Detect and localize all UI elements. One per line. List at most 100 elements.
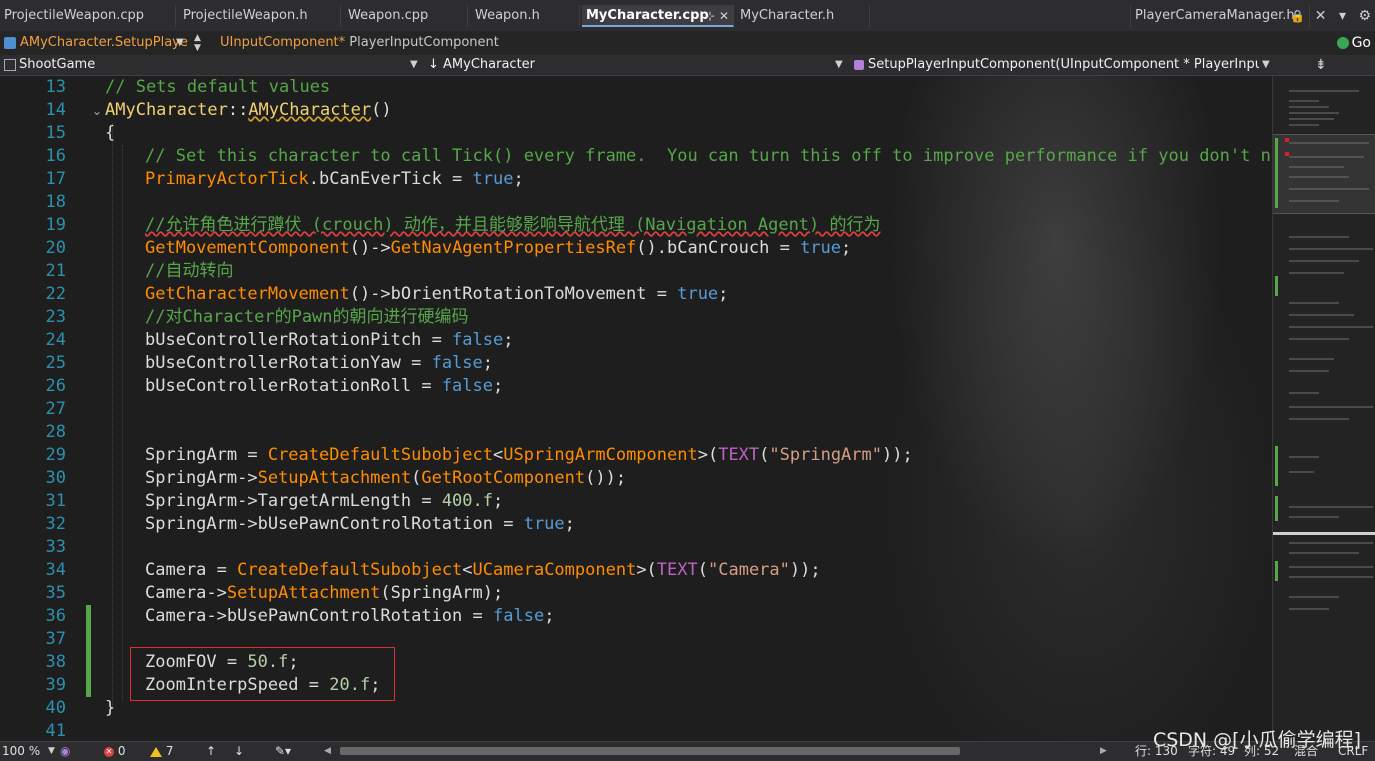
line-number: 25 [45,353,66,373]
line-number: 41 [45,721,66,741]
navigation-bar: AMyCharacter.SetupPlaye ▼ ▲ ▼ UInputCompo… [0,31,1375,56]
line-number: 17 [45,169,66,189]
minimap-viewport[interactable] [1273,134,1375,214]
project-dropdown[interactable]: ShootGame [4,55,419,75]
minimap-line [1289,106,1329,108]
arrow-up-icon[interactable]: ↑ [206,742,216,761]
chevron-down-icon[interactable]: ▾ [1339,8,1346,24]
warning-count[interactable]: 7 [150,742,173,761]
class-dropdown[interactable]: ↓ AMyCharacter [428,55,838,75]
scroll-left-icon[interactable]: ◀ [324,742,331,761]
minimap-line [1289,552,1359,554]
change-marker [1275,446,1278,486]
settings-icon[interactable]: ⚙ [1358,8,1371,24]
line-number: 35 [45,583,66,603]
code-line-15: { [105,123,116,143]
code-line-13: // Sets default values [105,77,331,97]
scope-label: AMyCharacter.SetupPlaye [20,35,188,50]
change-marker [1275,138,1278,208]
updown-arrows-icon[interactable]: ▲ ▼ [194,33,201,53]
go-button[interactable]: Go [1336,33,1371,53]
minimap-line [1289,542,1373,544]
tab-weapon-cpp[interactable]: Weapon.cpp [344,5,468,27]
minimap-line [1289,166,1344,168]
line-number: 27 [45,399,66,419]
minimap-line [1289,142,1369,144]
minimap-line [1289,188,1369,190]
chevron-down-icon[interactable]: ▼ [48,742,55,761]
line-number: 23 [45,307,66,327]
minimap-line [1289,156,1364,158]
cleanup-icon[interactable]: ✎▾ [275,742,291,761]
code-line-21: //自动转向 [145,261,234,281]
arrow-down-icon[interactable]: ↓ [234,742,244,761]
split-icon[interactable]: ⇟ [1315,57,1327,73]
tab-label: MyCharacter.cpp [586,8,709,23]
copilot-icon[interactable]: ◉ [60,742,70,761]
tab-mycharacter-h[interactable]: MyCharacter.h [736,5,870,27]
code-line-36: Camera->bUsePawnControlRotation = false; [145,606,555,626]
code-line-35: Camera->SetupAttachment(SpringArm); [145,583,504,603]
code-minimap[interactable] [1272,76,1375,741]
tab-label: Weapon.cpp [348,8,429,23]
code-line-16: // Set this character to call Tick() eve… [145,146,1272,166]
line-number: 26 [45,376,66,396]
minimap-line [1289,406,1373,408]
line-number: 30 [45,468,66,488]
minimap-line [1289,118,1334,120]
scroll-right-icon[interactable]: ▶ [1100,742,1107,761]
member-dropdown[interactable]: SetupPlayerInputComponent(UInputComponen… [854,55,1259,75]
window-controls: ✕ ▾ ⚙ [1315,5,1371,27]
chevron-down-icon[interactable]: ▼ [1262,59,1270,70]
horizontal-scrollbar[interactable] [340,747,960,755]
highlight-box [130,647,395,701]
line-number: 16 [45,146,66,166]
line-number: 14 [45,100,66,120]
minimap-line [1289,338,1349,340]
line-number: 38 [45,652,66,672]
minimap-line [1289,471,1314,473]
tab-projectileweapon-cpp[interactable]: ProjectileWeapon.cpp [0,5,176,27]
line-number: 37 [45,629,66,649]
line-number: 29 [45,445,66,465]
minimap-line [1289,302,1339,304]
line-number: 32 [45,514,66,534]
minimap-line [1289,576,1373,578]
code-editor[interactable]: ⌄ 13// Sets default values 14 AMyCharacte… [0,76,1272,741]
minimap-line [1289,392,1319,394]
code-line-19: //允许角色进行蹲伏 (crouch) 动作，并且能够影响导航代理 (Navig… [145,215,881,235]
tab-weapon-h[interactable]: Weapon.h [471,5,580,27]
scope-dropdown[interactable]: AMyCharacter.SetupPlaye [0,31,188,55]
chevron-down-icon[interactable]: ▼ [835,59,843,70]
minimap-line [1289,112,1339,114]
code-line-40: } [105,698,116,718]
tab-playercameramanager-h[interactable]: PlayerCameraManager.h 🔒 [1130,5,1310,27]
code-line-24: bUseControllerRotationPitch = false; [145,330,514,350]
pin-icon[interactable]: ⊹ [705,9,715,23]
close-icon[interactable]: ✕ [719,9,729,23]
line-number: 22 [45,284,66,304]
minimap-line [1289,260,1359,262]
tab-label: ProjectileWeapon.h [183,8,308,23]
tab-label: Weapon.h [475,8,540,23]
minimap-line [1289,90,1359,92]
minimap-line [1289,370,1329,372]
line-number: 39 [45,675,66,695]
close-icon[interactable]: ✕ [1315,8,1327,24]
parameter-info: UInputComponent* PlayerInputComponent [220,31,499,55]
method-icon [4,36,16,49]
go-label: Go [1351,35,1371,51]
tab-mycharacter-cpp[interactable]: MyCharacter.cpp ⊹ ✕ [582,5,734,27]
error-count[interactable]: ✕ 0 [104,742,125,761]
line-number: 28 [45,422,66,442]
tab-projectileweapon-h[interactable]: ProjectileWeapon.h [179,5,341,27]
line-number: 15 [45,123,66,143]
minimap-line [1289,176,1349,178]
minimap-line [1289,248,1373,250]
code-line-14: AMyCharacter::AMyCharacter() [105,100,392,120]
code-line-23: //对Character的Pawn的朝向进行硬编码 [145,307,469,327]
chevron-down-icon[interactable]: ▼ [176,37,184,48]
zoom-level[interactable]: 100 % [2,742,40,761]
line-number: 24 [45,330,66,350]
chevron-down-icon[interactable]: ▼ [410,59,418,70]
